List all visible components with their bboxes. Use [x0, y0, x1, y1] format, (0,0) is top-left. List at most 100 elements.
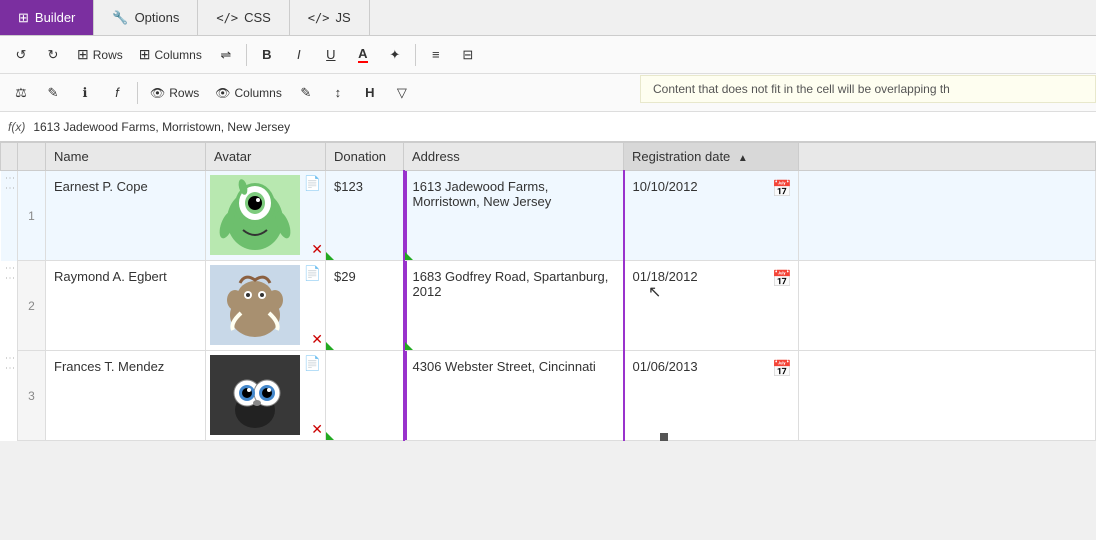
- tooltip-bar: Content that does not fit in the cell wi…: [640, 75, 1096, 103]
- row-2-file-icon: 📄: [304, 265, 321, 282]
- header-button[interactable]: H: [355, 79, 385, 107]
- redo-button[interactable]: ↻: [38, 41, 68, 69]
- table-row: ⋮⋮ 2 Raymond A. Egbert 📄: [1, 261, 1096, 351]
- row-2-name-cell[interactable]: Raymond A. Egbert: [46, 261, 206, 351]
- filter-button[interactable]: ▽: [387, 79, 417, 107]
- row-1-calendar-icon[interactable]: 📅: [772, 179, 792, 199]
- tab-options[interactable]: 🔧 Options: [94, 0, 198, 35]
- tab-options-label: Options: [135, 10, 180, 25]
- italic-button[interactable]: I: [284, 41, 314, 69]
- rows-grid-icon: ⊞: [77, 46, 89, 63]
- row-2-address-cell[interactable]: 1683 Godfrey Road, Spartanburg, 2012: [404, 261, 624, 351]
- row-1-extra-cell: [799, 171, 1096, 261]
- rows-button[interactable]: ⊞ Rows: [70, 41, 130, 69]
- avatar-col-header[interactable]: Avatar: [206, 143, 326, 171]
- row-1-green-corner: [326, 252, 334, 260]
- separator-1: [246, 44, 247, 66]
- address-col-header[interactable]: Address: [404, 143, 624, 171]
- row-1-date-cell[interactable]: 10/10/2012 📅: [624, 171, 799, 261]
- tab-css-label: CSS: [244, 10, 271, 25]
- row-1-date: 10/10/2012: [633, 179, 698, 194]
- row-3-drag-handle[interactable]: ⋮⋮: [1, 351, 18, 441]
- sort-arrow-icon: ▲: [738, 153, 748, 164]
- row-3-calendar-icon[interactable]: 📅: [772, 359, 792, 379]
- reg-date-col-header[interactable]: Registration date ▲: [624, 143, 799, 171]
- edit-button[interactable]: ✎: [38, 79, 68, 107]
- row-3-avatar-img: [210, 355, 300, 435]
- address-col-label: Address: [412, 149, 460, 164]
- tab-css[interactable]: </> CSS: [198, 0, 289, 35]
- css-code-icon: </>: [216, 11, 238, 25]
- row-3-avatar-delete[interactable]: ✕: [311, 421, 323, 438]
- row-2-calendar-icon[interactable]: 📅: [772, 269, 792, 289]
- row-2-date: 01/18/2012: [633, 269, 698, 284]
- row-3-avatar-cell[interactable]: 📄: [206, 351, 326, 441]
- font-color-button[interactable]: A: [348, 41, 378, 69]
- row-3-num: 3: [18, 351, 46, 441]
- row-2-drag-handle[interactable]: ⋮⋮: [1, 261, 18, 351]
- row-1-drag-handle[interactable]: ⋮⋮: [1, 171, 18, 261]
- columns-button[interactable]: ⊞ Columns: [132, 41, 209, 69]
- font-a-icon: A: [358, 46, 367, 63]
- row-2-avatar-cell[interactable]: 📄: [206, 261, 326, 351]
- row-3-name-cell[interactable]: Frances T. Mendez: [46, 351, 206, 441]
- row-1-address: 1613 Jadewood Farms, Morristown, New Jer…: [413, 179, 552, 209]
- info-button[interactable]: ℹ: [70, 79, 100, 107]
- donation-col-label: Donation: [334, 149, 386, 164]
- table-row: ⋮⋮ 1 Earnest P. Cope 📄: [1, 171, 1096, 261]
- row-2-avatar-delete[interactable]: ✕: [311, 331, 323, 348]
- row-3-date-cell[interactable]: 01/06/2013 📅: [624, 351, 799, 441]
- tab-builder[interactable]: ⊞ Builder: [0, 0, 94, 35]
- donation-col-header[interactable]: Donation: [326, 143, 404, 171]
- row-2-name: Raymond A. Egbert: [54, 269, 167, 284]
- row-2-avatar-svg: [215, 265, 295, 345]
- row-2-donation-cell[interactable]: $29: [326, 261, 404, 351]
- eye-columns-icon: 👁: [215, 86, 230, 100]
- row-1-avatar-svg: [215, 175, 295, 255]
- columns2-label: Columns: [234, 86, 281, 100]
- rows2-button[interactable]: 👁 Rows: [143, 79, 206, 107]
- align-button[interactable]: ≡: [421, 41, 451, 69]
- data-table: Name Avatar Donation Address Registratio…: [0, 142, 1096, 441]
- row-1-name: Earnest P. Cope: [54, 179, 148, 194]
- row-2-date-cell[interactable]: 01/18/2012 📅: [624, 261, 799, 351]
- row-2-addr-green-corner: [405, 342, 413, 350]
- sort-button[interactable]: ↕: [323, 79, 353, 107]
- rows-label: Rows: [93, 48, 123, 62]
- row-1-addr-green-corner: [405, 252, 413, 260]
- row-2-purple-line: [405, 261, 407, 350]
- reg-date-col-label: Registration date: [632, 149, 730, 164]
- formula-value: 1613 Jadewood Farms, Morristown, New Jer…: [33, 120, 1088, 134]
- row-1-address-cell[interactable]: 1613 Jadewood Farms, Morristown, New Jer…: [404, 171, 624, 261]
- func-button[interactable]: f: [102, 79, 132, 107]
- row-3-address-cell[interactable]: 4306 Webster Street, Cincinnati: [404, 351, 624, 441]
- formula-bar: f(x) 1613 Jadewood Farms, Morristown, Ne…: [0, 112, 1096, 142]
- row-1-donation-cell[interactable]: $123: [326, 171, 404, 261]
- row-3-file-icon: 📄: [304, 355, 321, 372]
- row-2-donation: $29: [334, 269, 356, 284]
- separator-3: [137, 82, 138, 104]
- name-col-header[interactable]: Name: [46, 143, 206, 171]
- extra-col-header: [799, 143, 1096, 171]
- column-resize-indicator[interactable]: [660, 433, 668, 441]
- row-1-avatar-delete[interactable]: ✕: [311, 241, 323, 258]
- rows2-label: Rows: [169, 86, 199, 100]
- row-3-avatar-svg: [215, 355, 295, 435]
- row-1-name-cell[interactable]: Earnest P. Cope: [46, 171, 206, 261]
- transfer-button[interactable]: ⇌: [211, 41, 241, 69]
- scale-button[interactable]: ⚖: [6, 79, 36, 107]
- underline-button[interactable]: U: [316, 41, 346, 69]
- bold-button[interactable]: B: [252, 41, 282, 69]
- row-3-donation-cell[interactable]: [326, 351, 404, 441]
- columns2-button[interactable]: 👁 Columns: [208, 79, 289, 107]
- tab-js[interactable]: </> JS: [290, 0, 370, 35]
- row-2-extra-cell: [799, 261, 1096, 351]
- highlight-button[interactable]: ✦: [380, 41, 410, 69]
- formula-label: f(x): [8, 120, 25, 134]
- row-1-avatar-cell[interactable]: 📄: [206, 171, 326, 261]
- undo-button[interactable]: ↺: [6, 41, 36, 69]
- edit2-button[interactable]: ✎: [291, 79, 321, 107]
- row-1-num: 1: [18, 171, 46, 261]
- border-button[interactable]: ⊟: [453, 41, 483, 69]
- row-2-green-corner: [326, 342, 334, 350]
